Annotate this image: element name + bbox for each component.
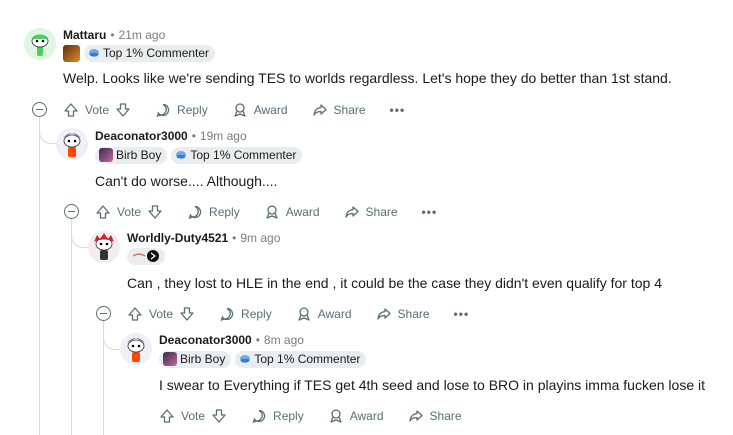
vote-label: Vote (117, 205, 142, 219)
user-flair: Birb Boy (159, 350, 232, 368)
share-icon (408, 410, 423, 422)
top-commenter-icon (176, 151, 187, 159)
reply-button[interactable]: Reply (155, 102, 208, 118)
collapse-icon[interactable] (96, 306, 111, 321)
reply-button[interactable]: Reply (187, 204, 240, 220)
collapse-icon[interactable] (32, 102, 47, 117)
upvote-icon[interactable] (127, 306, 143, 322)
user-flair: Birb Boy (95, 146, 168, 164)
thread-connector-2 (71, 225, 88, 248)
share-icon (344, 206, 359, 218)
timestamp[interactable]: 21m ago (119, 28, 166, 42)
flair-row: Top 1% Commenter (63, 44, 216, 62)
timestamp[interactable]: 19m ago (200, 129, 247, 143)
vote-label: Vote (181, 409, 206, 423)
thread-line-level2 (71, 218, 72, 435)
vote-control: Vote (127, 306, 195, 322)
snoo-avatar-icon (56, 128, 88, 160)
award-icon (266, 205, 278, 219)
top-commenter-flair: Top 1% Commenter (235, 350, 367, 368)
downvote-icon[interactable] (211, 408, 227, 424)
upvote-icon[interactable] (159, 408, 175, 424)
user-flair (127, 247, 165, 265)
top-commenter-icon (89, 49, 99, 57)
snoo-avatar-icon (120, 333, 152, 365)
reply-button[interactable]: Reply (219, 306, 272, 322)
share-icon (376, 308, 391, 320)
comment-actions: Vote Reply Award Share (159, 405, 486, 427)
birb-flair-image (99, 148, 113, 162)
user-flair-image (63, 44, 80, 62)
vote-label: Vote (149, 307, 174, 321)
upvote-icon[interactable] (95, 204, 111, 220)
avatar[interactable] (56, 128, 88, 160)
comment-actions: Vote Reply Award Share ••• (63, 99, 405, 121)
comment-actions: Vote Reply Award Share ••• (127, 303, 469, 325)
team-flair-icon (132, 250, 159, 262)
top-commenter-icon (240, 355, 251, 363)
more-icon[interactable]: ••• (422, 205, 438, 219)
avatar[interactable] (88, 231, 120, 263)
avatar[interactable] (24, 28, 56, 60)
more-icon[interactable]: ••• (454, 307, 470, 321)
snoo-avatar-icon (24, 28, 56, 60)
top-commenter-flair: Top 1% Commenter (171, 146, 303, 164)
vote-label: Vote (85, 103, 110, 117)
upvote-icon[interactable] (63, 102, 79, 118)
share-button[interactable]: Share (376, 306, 430, 322)
flair-row: Birb Boy Top 1% Commenter (159, 350, 367, 368)
share-button[interactable]: Share (344, 204, 398, 220)
thread-connector-3 (103, 327, 120, 350)
comment-body: I swear to Everything if TES get 4th see… (159, 377, 706, 393)
comment-meta: Worldly-Duty4521 • 9m ago (127, 231, 281, 245)
flair-row (127, 247, 165, 265)
avatar[interactable] (120, 333, 152, 365)
username[interactable]: Deaconator3000 (159, 333, 252, 347)
vote-control: Vote (95, 204, 163, 220)
birb-flair-image (163, 352, 177, 366)
award-button[interactable]: Award (264, 204, 320, 220)
flair-row: Birb Boy Top 1% Commenter (95, 146, 303, 164)
award-icon (330, 409, 342, 423)
comment-meta: Mattaru • 21m ago (63, 28, 166, 42)
award-icon (234, 103, 246, 117)
reply-button[interactable]: Reply (251, 408, 304, 424)
award-button[interactable]: Award (296, 306, 352, 322)
award-button[interactable]: Award (232, 102, 288, 118)
share-button[interactable]: Share (408, 408, 462, 424)
collapse-icon[interactable] (64, 204, 79, 219)
username[interactable]: Mattaru (63, 28, 106, 42)
reply-icon (156, 103, 170, 118)
thread-line-level1 (39, 118, 40, 435)
vote-control: Vote (63, 102, 131, 118)
thread-connector-1 (39, 125, 56, 144)
top-commenter-flair: Top 1% Commenter (84, 44, 216, 62)
vote-control: Vote (159, 408, 227, 424)
username[interactable]: Deaconator3000 (95, 129, 188, 143)
reply-icon (188, 205, 202, 220)
timestamp[interactable]: 8m ago (264, 333, 304, 347)
award-icon (298, 307, 310, 321)
timestamp[interactable]: 9m ago (240, 231, 280, 245)
comment-actions: Vote Reply Award Share ••• (95, 201, 437, 223)
snoo-avatar-icon (88, 231, 120, 263)
comment-body: Welp. Looks like we're sending TES to wo… (63, 70, 672, 86)
share-button[interactable]: Share (312, 102, 366, 118)
comment-meta: Deaconator3000 • 19m ago (95, 129, 247, 143)
share-icon (312, 104, 327, 116)
more-icon[interactable]: ••• (390, 103, 406, 117)
comment-body: Can , they lost to HLE in the end , it c… (127, 275, 663, 291)
award-button[interactable]: Award (328, 408, 384, 424)
username[interactable]: Worldly-Duty4521 (127, 231, 228, 245)
comment-body: Can't do worse.... Although.... (95, 173, 278, 189)
downvote-icon[interactable] (115, 102, 131, 118)
downvote-icon[interactable] (147, 204, 163, 220)
comment-meta: Deaconator3000 • 8m ago (159, 333, 304, 347)
downvote-icon[interactable] (179, 306, 195, 322)
reply-icon (252, 409, 266, 424)
reply-icon (220, 307, 234, 322)
